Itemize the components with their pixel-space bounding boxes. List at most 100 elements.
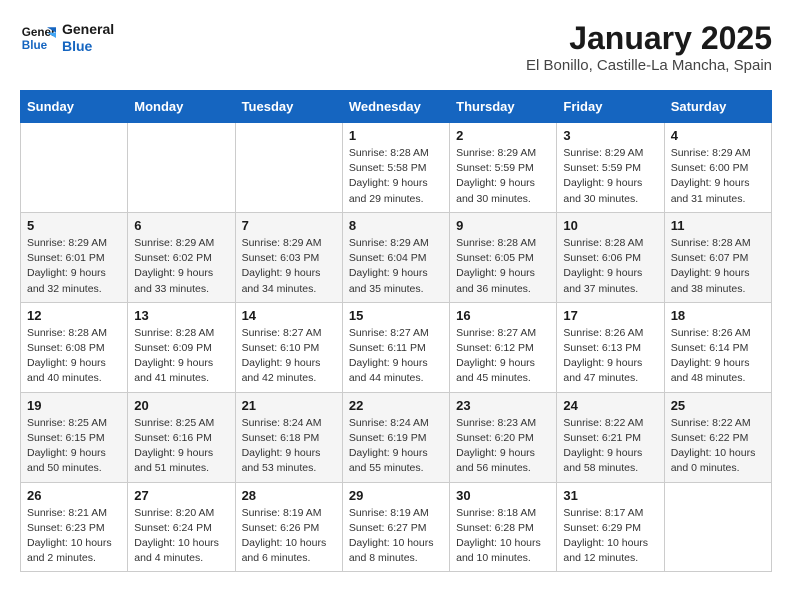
day-number: 6 (134, 218, 228, 233)
day-number: 14 (242, 308, 336, 323)
day-cell: 20Sunrise: 8:25 AM Sunset: 6:16 PM Dayli… (128, 392, 235, 482)
day-info: Sunrise: 8:24 AM Sunset: 6:18 PM Dayligh… (242, 416, 336, 477)
day-info: Sunrise: 8:28 AM Sunset: 6:07 PM Dayligh… (671, 236, 765, 297)
day-info: Sunrise: 8:26 AM Sunset: 6:13 PM Dayligh… (563, 326, 657, 387)
day-cell: 6Sunrise: 8:29 AM Sunset: 6:02 PM Daylig… (128, 212, 235, 302)
day-number: 21 (242, 398, 336, 413)
day-info: Sunrise: 8:17 AM Sunset: 6:29 PM Dayligh… (563, 506, 657, 567)
day-number: 13 (134, 308, 228, 323)
day-number: 18 (671, 308, 765, 323)
day-cell: 17 Sunrise: 8:26 AM Sunset: 6:13 PM Dayli… (557, 302, 664, 392)
day-info: Sunrise: 8:28 AM Sunset: 6:08 PM Dayligh… (27, 326, 121, 387)
day-cell: 13 Sunrise: 8:28 AM Sunset: 6:09 PM Dayli… (128, 302, 235, 392)
weekday-header-thursday: Thursday (450, 91, 557, 123)
day-number: 3 (563, 128, 657, 143)
week-row-1: 1 Sunrise: 8:28 AM Sunset: 5:58 PM Daylig… (21, 123, 772, 213)
day-cell (21, 123, 128, 213)
day-info: Sunrise: 8:24 AM Sunset: 6:19 PM Dayligh… (349, 416, 443, 477)
month-title: January 2025 (526, 20, 772, 57)
day-cell: 12 Sunrise: 8:28 AM Sunset: 6:08 PM Dayli… (21, 302, 128, 392)
day-cell (235, 123, 342, 213)
day-cell: 16 Sunrise: 8:27 AM Sunset: 6:12 PM Dayli… (450, 302, 557, 392)
day-cell: 10 Sunrise: 8:28 AM Sunset: 6:06 PM Dayli… (557, 212, 664, 302)
day-info: Sunrise: 8:19 AM Sunset: 6:27 PM Dayligh… (349, 506, 443, 567)
weekday-header-tuesday: Tuesday (235, 91, 342, 123)
day-number: 29 (349, 488, 443, 503)
day-cell: 18 Sunrise: 8:26 AM Sunset: 6:14 PM Dayli… (664, 302, 771, 392)
week-row-2: 5 Sunrise: 8:29 AM Sunset: 6:01 PM Daylig… (21, 212, 772, 302)
day-info: Sunrise: 8:26 AM Sunset: 6:14 PM Dayligh… (671, 326, 765, 387)
logo-line2: Blue (62, 38, 114, 55)
day-info: Sunrise: 8:22 AM Sunset: 6:21 PM Dayligh… (563, 416, 657, 477)
title-area: January 2025 El Bonillo, Castille-La Man… (526, 20, 772, 74)
day-cell (128, 123, 235, 213)
day-info: Sunrise: 8:27 AM Sunset: 6:10 PM Dayligh… (242, 326, 336, 387)
day-number: 1 (349, 128, 443, 143)
day-number: 8 (349, 218, 443, 233)
day-cell (664, 482, 771, 572)
day-number: 17 (563, 308, 657, 323)
day-cell: 22 Sunrise: 8:24 AM Sunset: 6:19 PM Dayli… (342, 392, 449, 482)
day-number: 27 (134, 488, 228, 503)
day-info: Sunrise: 8:27 AM Sunset: 6:11 PM Dayligh… (349, 326, 443, 387)
day-cell: 11 Sunrise: 8:28 AM Sunset: 6:07 PM Dayli… (664, 212, 771, 302)
day-cell: 8 Sunrise: 8:29 AM Sunset: 6:04 PM Daylig… (342, 212, 449, 302)
day-info: Sunrise: 8:28 AM Sunset: 6:09 PM Dayligh… (134, 326, 228, 387)
day-cell: 5 Sunrise: 8:29 AM Sunset: 6:01 PM Daylig… (21, 212, 128, 302)
day-info: Sunrise: 8:28 AM Sunset: 6:05 PM Dayligh… (456, 236, 550, 297)
day-info: Sunrise: 8:29 AM Sunset: 6:00 PM Dayligh… (671, 146, 765, 207)
day-info: Sunrise: 8:29 AM Sunset: 6:04 PM Dayligh… (349, 236, 443, 297)
day-info: Sunrise: 8:20 AM Sunset: 6:24 PM Dayligh… (134, 506, 228, 567)
day-number: 26 (27, 488, 121, 503)
day-cell: 4 Sunrise: 8:29 AM Sunset: 6:00 PM Daylig… (664, 123, 771, 213)
day-number: 19 (27, 398, 121, 413)
day-info: Sunrise: 8:23 AM Sunset: 6:20 PM Dayligh… (456, 416, 550, 477)
day-number: 24 (563, 398, 657, 413)
day-cell: 24 Sunrise: 8:22 AM Sunset: 6:21 PM Dayli… (557, 392, 664, 482)
day-info: Sunrise: 8:25 AM Sunset: 6:16 PM Dayligh… (134, 416, 228, 477)
logo: General Blue General Blue (20, 20, 114, 56)
day-number: 11 (671, 218, 765, 233)
day-number: 23 (456, 398, 550, 413)
week-row-4: 19Sunrise: 8:25 AM Sunset: 6:15 PM Dayli… (21, 392, 772, 482)
day-info: Sunrise: 8:29 AM Sunset: 5:59 PM Dayligh… (456, 146, 550, 207)
day-cell: 27 Sunrise: 8:20 AM Sunset: 6:24 PM Dayli… (128, 482, 235, 572)
day-info: Sunrise: 8:29 AM Sunset: 6:01 PM Dayligh… (27, 236, 121, 297)
header: General Blue General Blue January 2025 E… (20, 20, 772, 74)
day-number: 2 (456, 128, 550, 143)
day-number: 30 (456, 488, 550, 503)
svg-text:Blue: Blue (22, 39, 48, 52)
day-number: 16 (456, 308, 550, 323)
logo-line1: General (62, 21, 114, 38)
weekday-header-sunday: Sunday (21, 91, 128, 123)
day-number: 15 (349, 308, 443, 323)
day-cell: 3 Sunrise: 8:29 AM Sunset: 5:59 PM Daylig… (557, 123, 664, 213)
logo-icon: General Blue (20, 20, 56, 56)
day-number: 25 (671, 398, 765, 413)
day-cell: 1 Sunrise: 8:28 AM Sunset: 5:58 PM Daylig… (342, 123, 449, 213)
day-info: Sunrise: 8:22 AM Sunset: 6:22 PM Dayligh… (671, 416, 765, 477)
day-number: 31 (563, 488, 657, 503)
day-info: Sunrise: 8:29 AM Sunset: 6:03 PM Dayligh… (242, 236, 336, 297)
day-cell: 25 Sunrise: 8:22 AM Sunset: 6:22 PM Dayli… (664, 392, 771, 482)
day-number: 7 (242, 218, 336, 233)
day-number: 4 (671, 128, 765, 143)
day-cell: 2 Sunrise: 8:29 AM Sunset: 5:59 PM Daylig… (450, 123, 557, 213)
day-number: 10 (563, 218, 657, 233)
week-row-3: 12 Sunrise: 8:28 AM Sunset: 6:08 PM Dayli… (21, 302, 772, 392)
weekday-header-monday: Monday (128, 91, 235, 123)
day-info: Sunrise: 8:28 AM Sunset: 6:06 PM Dayligh… (563, 236, 657, 297)
day-info: Sunrise: 8:29 AM Sunset: 5:59 PM Dayligh… (563, 146, 657, 207)
day-cell: 14 Sunrise: 8:27 AM Sunset: 6:10 PM Dayli… (235, 302, 342, 392)
weekday-header-friday: Friday (557, 91, 664, 123)
day-number: 12 (27, 308, 121, 323)
calendar-table: SundayMondayTuesdayWednesdayThursdayFrid… (20, 90, 772, 572)
day-number: 22 (349, 398, 443, 413)
day-info: Sunrise: 8:28 AM Sunset: 5:58 PM Dayligh… (349, 146, 443, 207)
day-cell: 29 Sunrise: 8:19 AM Sunset: 6:27 PM Dayli… (342, 482, 449, 572)
day-number: 28 (242, 488, 336, 503)
day-info: Sunrise: 8:19 AM Sunset: 6:26 PM Dayligh… (242, 506, 336, 567)
day-cell: 21 Sunrise: 8:24 AM Sunset: 6:18 PM Dayli… (235, 392, 342, 482)
day-info: Sunrise: 8:27 AM Sunset: 6:12 PM Dayligh… (456, 326, 550, 387)
day-number: 5 (27, 218, 121, 233)
